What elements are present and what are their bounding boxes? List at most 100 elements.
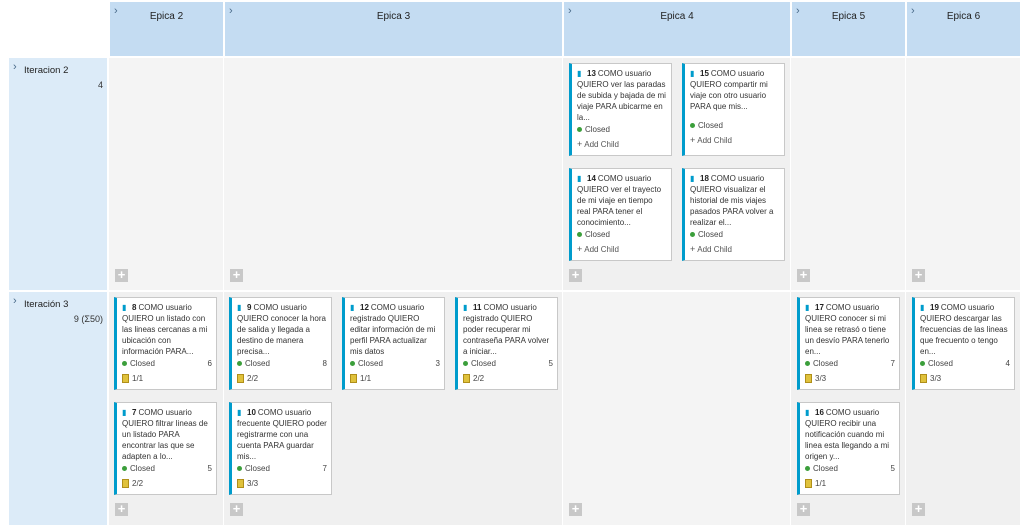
work-item-card[interactable]: ▮ 8 COMO usuario QUIERO un listado con las… bbox=[114, 297, 217, 390]
work-item-card[interactable]: ▮ 17 COMO usuario QUIERO conocer si mi lin… bbox=[797, 297, 900, 390]
status-label: Closed bbox=[585, 230, 610, 239]
add-item-button[interactable]: + bbox=[797, 268, 810, 282]
epic-title: Epica 2 bbox=[149, 11, 184, 22]
iteration-header-2[interactable]: › Iteracion 2 4 bbox=[9, 58, 107, 290]
task-count: 3/3 bbox=[247, 479, 259, 488]
status-label: Closed bbox=[813, 359, 838, 368]
task-count: 1/1 bbox=[360, 374, 372, 383]
status-label: Closed bbox=[130, 359, 155, 368]
add-child-link[interactable]: + Add Child bbox=[577, 244, 667, 254]
card-status: Closed 5 bbox=[805, 463, 895, 475]
effort-value: 6 bbox=[207, 359, 212, 368]
book-icon: ▮ bbox=[350, 303, 355, 312]
task-progress[interactable]: 2/2 bbox=[122, 478, 212, 490]
book-icon: ▮ bbox=[122, 408, 127, 417]
work-item-card[interactable]: ▮ 19 COMO usuario QUIERO descargar las fre… bbox=[912, 297, 1015, 390]
add-item-button[interactable]: + bbox=[569, 268, 582, 282]
epic-title: Epica 4 bbox=[660, 11, 694, 22]
status-dot bbox=[690, 123, 695, 129]
effort-value: 5 bbox=[207, 464, 212, 473]
book-icon: ▮ bbox=[577, 174, 582, 183]
task-count: 3/3 bbox=[815, 374, 827, 383]
effort-value: 8 bbox=[322, 359, 327, 368]
card-status: Closed 5 bbox=[463, 358, 553, 370]
status-label: Closed bbox=[585, 125, 610, 134]
epic-title: Epica 5 bbox=[831, 11, 866, 22]
clipboard-icon bbox=[805, 374, 812, 384]
iteration-count: 4 bbox=[97, 80, 103, 90]
task-progress[interactable]: 1/1 bbox=[122, 373, 212, 385]
work-item-card[interactable]: ▮ 14 COMO usuario QUIERO ver el trayecto d… bbox=[569, 168, 672, 261]
add-child-link[interactable]: + Add Child bbox=[577, 139, 667, 149]
card-title[interactable]: ▮ 11 COMO usuario registrado QUIERO poder … bbox=[463, 302, 553, 357]
card-status: Closed 4 bbox=[920, 358, 1010, 370]
book-icon: ▮ bbox=[690, 174, 695, 183]
work-item-card[interactable]: ▮ 11 COMO usuario registrado QUIERO poder … bbox=[455, 297, 558, 390]
work-item-card[interactable]: ▮ 13 COMO usuario QUIERO ver las paradas d… bbox=[569, 63, 672, 156]
iteration-title: Iteracion 2 bbox=[24, 65, 69, 76]
add-item-button[interactable]: + bbox=[569, 502, 582, 516]
task-progress[interactable]: 3/3 bbox=[805, 373, 895, 385]
card-title[interactable]: ▮ 15 COMO usuario QUIERO compartir mi viaj… bbox=[690, 68, 780, 112]
card-id: 11 bbox=[473, 303, 482, 312]
epic-header-5[interactable]: › Epica 5 bbox=[791, 2, 905, 56]
board-cell[interactable]: + bbox=[109, 58, 223, 290]
card-status: Closed 8 bbox=[237, 358, 327, 370]
card-title[interactable]: ▮ 10 COMO usuario frecuente QUIERO poder r… bbox=[237, 407, 327, 462]
card-title[interactable]: ▮ 9 COMO usuario QUIERO conocer la hora de… bbox=[237, 302, 327, 357]
board-cell[interactable]: + bbox=[224, 58, 562, 290]
work-item-card[interactable]: ▮ 10 COMO usuario frecuente QUIERO poder r… bbox=[229, 402, 332, 495]
task-progress[interactable]: 2/2 bbox=[237, 373, 327, 385]
add-item-button[interactable]: + bbox=[115, 268, 128, 282]
board-cell[interactable]: + bbox=[791, 58, 905, 290]
chevron-right-icon[interactable]: › bbox=[13, 295, 17, 307]
add-item-button[interactable]: + bbox=[115, 502, 128, 516]
add-child-link[interactable]: + Add Child bbox=[690, 135, 780, 145]
board-cell[interactable]: + bbox=[906, 58, 1020, 290]
task-count: 3/3 bbox=[930, 374, 942, 383]
card-title[interactable]: ▮ 13 COMO usuario QUIERO ver las paradas d… bbox=[577, 68, 667, 123]
task-count: 1/1 bbox=[815, 479, 827, 488]
add-item-button[interactable]: + bbox=[912, 268, 925, 282]
card-title[interactable]: ▮ 14 COMO usuario QUIERO ver el trayecto d… bbox=[577, 173, 667, 228]
work-item-card[interactable]: ▮ 7 COMO usuario QUIERO filtrar lineas de … bbox=[114, 402, 217, 495]
add-child-link[interactable]: + Add Child bbox=[690, 244, 780, 254]
task-progress[interactable]: 3/3 bbox=[237, 478, 327, 490]
add-item-button[interactable]: + bbox=[230, 268, 243, 282]
work-item-card[interactable]: ▮ 9 COMO usuario QUIERO conocer la hora de… bbox=[229, 297, 332, 390]
task-progress[interactable]: 2/2 bbox=[463, 373, 553, 385]
status-dot bbox=[805, 466, 810, 472]
card-title[interactable]: ▮ 7 COMO usuario QUIERO filtrar lineas de … bbox=[122, 407, 212, 462]
task-progress[interactable]: 3/3 bbox=[920, 373, 1010, 385]
add-item-button[interactable]: + bbox=[797, 502, 810, 516]
iteration-header-3[interactable]: › Iteración 3 9 (Σ50) bbox=[9, 292, 107, 525]
epic-header-3[interactable]: › Epica 3 bbox=[224, 2, 562, 56]
card-title[interactable]: ▮ 18 COMO usuario QUIERO visualizar el his… bbox=[690, 173, 780, 228]
add-child-label: Add Child bbox=[584, 140, 619, 149]
work-item-card[interactable]: ▮ 15 COMO usuario QUIERO compartir mi viaj… bbox=[682, 63, 785, 156]
epic-header-6[interactable]: › Epica 6 bbox=[906, 2, 1020, 56]
card-title[interactable]: ▮ 17 COMO usuario QUIERO conocer si mi lin… bbox=[805, 302, 895, 357]
card-title[interactable]: ▮ 12 COMO usuario registrado QUIERO editar… bbox=[350, 302, 440, 357]
status-dot bbox=[805, 361, 810, 367]
add-item-button[interactable]: + bbox=[912, 502, 925, 516]
clipboard-icon bbox=[237, 479, 244, 489]
work-item-card[interactable]: ▮ 18 COMO usuario QUIERO visualizar el his… bbox=[682, 168, 785, 261]
card-title[interactable]: ▮ 16 COMO usuario QUIERO recibir una notif… bbox=[805, 407, 895, 462]
task-progress[interactable]: 1/1 bbox=[350, 373, 440, 385]
chevron-right-icon[interactable]: › bbox=[13, 61, 17, 73]
effort-value: 5 bbox=[890, 464, 895, 473]
task-progress[interactable]: 1/1 bbox=[805, 478, 895, 490]
epic-header-4[interactable]: › Epica 4 bbox=[563, 2, 790, 56]
work-item-card[interactable]: ▮ 16 COMO usuario QUIERO recibir una notif… bbox=[797, 402, 900, 495]
add-item-button[interactable]: + bbox=[230, 502, 243, 516]
epic-header-2[interactable]: › Epica 2 bbox=[109, 2, 223, 56]
work-item-card[interactable]: ▮ 12 COMO usuario registrado QUIERO editar… bbox=[342, 297, 445, 390]
effort-value: 4 bbox=[1005, 359, 1010, 368]
status-dot bbox=[122, 361, 127, 367]
card-id: 18 bbox=[700, 174, 709, 183]
board-cell[interactable]: + bbox=[563, 292, 790, 525]
card-title[interactable]: ▮ 19 COMO usuario QUIERO descargar las fre… bbox=[920, 302, 1010, 357]
clipboard-icon bbox=[805, 479, 812, 489]
card-title[interactable]: ▮ 8 COMO usuario QUIERO un listado con las… bbox=[122, 302, 212, 357]
